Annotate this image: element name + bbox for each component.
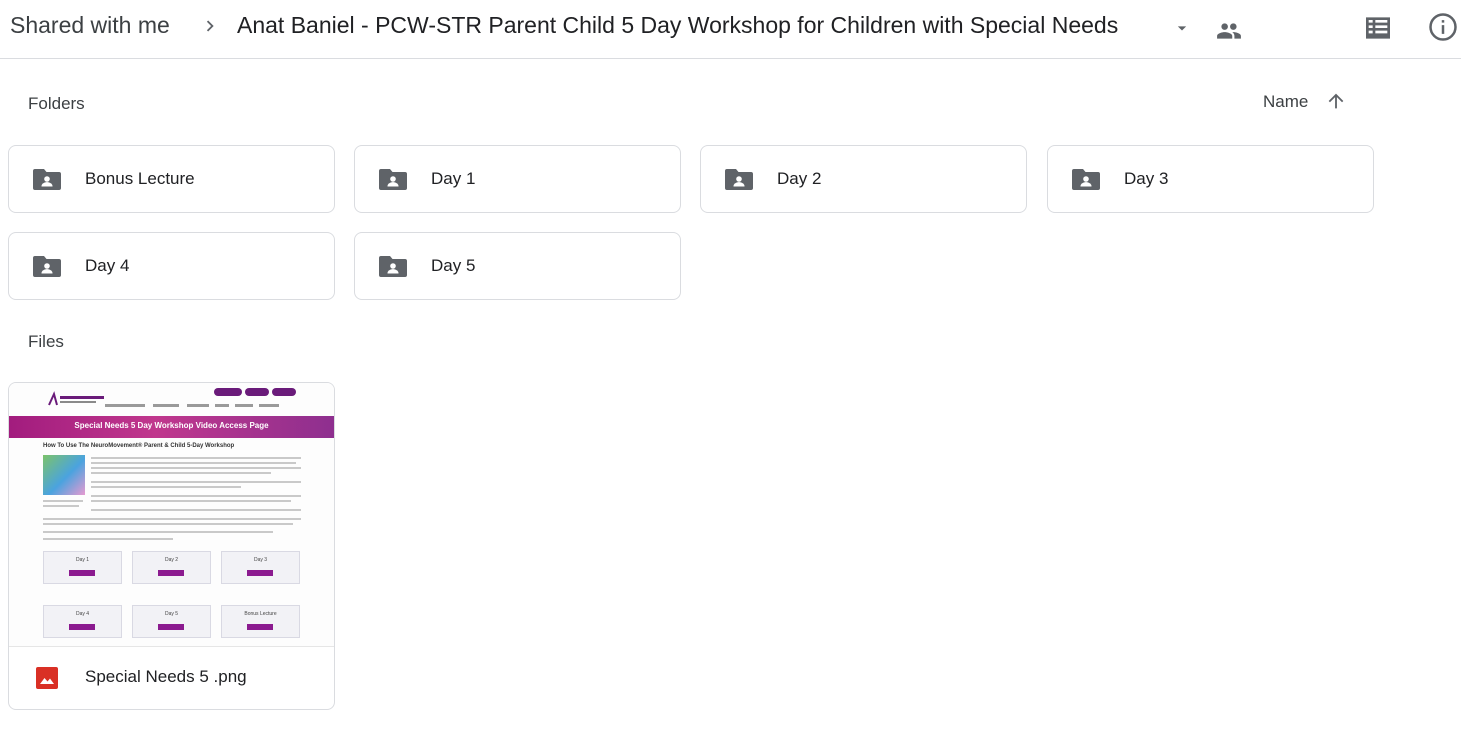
folder-item[interactable]: Day 1 [354, 145, 681, 213]
chevron-right-icon [206, 20, 214, 32]
folder-item[interactable]: Bonus Lecture [8, 145, 335, 213]
thumb-day-label: Day 5 [164, 611, 179, 617]
folder-name: Day 5 [431, 256, 476, 275]
thumb-day-label: Day 1 [75, 557, 90, 563]
thumb-text-line [43, 505, 79, 507]
shared-folder-icon [1072, 169, 1100, 190]
thumb-pill [214, 388, 242, 396]
thumb-nav [215, 404, 229, 407]
thumb-pill [245, 388, 269, 396]
thumb-text-line [91, 495, 301, 497]
folder-name: Day 4 [85, 256, 130, 275]
folder-item[interactable]: Day 3 [1047, 145, 1374, 213]
thumb-day-box [132, 551, 211, 584]
thumb-day-button [69, 624, 95, 630]
thumb-photo [43, 455, 85, 495]
arrow-up-icon[interactable] [1325, 90, 1347, 112]
thumb-text-line [91, 509, 301, 511]
folder-item[interactable]: Day 5 [354, 232, 681, 300]
thumb-text-line [43, 538, 173, 540]
breadcrumb: Shared with me Anat Baniel - PCW-STR Par… [0, 0, 1461, 59]
folder-name: Day 2 [777, 169, 822, 188]
thumb-day-button [247, 624, 273, 630]
breadcrumb-shared-with-me[interactable]: Shared with me [10, 12, 170, 39]
shared-folder-icon [725, 169, 753, 190]
thumb-text-line [91, 472, 271, 474]
file-name: Special Needs 5 .png [85, 667, 247, 686]
thumb-text-line [91, 500, 291, 502]
thumb-day-button [158, 570, 184, 576]
folder-name: Day 1 [431, 169, 476, 188]
thumb-day-button [158, 624, 184, 630]
thumb-text-line [43, 500, 83, 502]
thumb-banner-text: Special Needs 5 Day Workshop Video Acces… [74, 421, 269, 430]
thumb-text-line [43, 518, 301, 520]
thumb-text-line [91, 481, 301, 483]
thumb-day-label: Day 2 [164, 557, 179, 563]
shared-folder-icon [33, 256, 61, 277]
folder-item[interactable]: Day 4 [8, 232, 335, 300]
files-section-label: Files [28, 332, 64, 351]
file-item[interactable]: Special Needs 5 Day Workshop Video Acces… [8, 382, 335, 710]
thumb-text-line [43, 523, 293, 525]
shared-folder-icon [379, 169, 407, 190]
thumb-nav [187, 404, 209, 407]
thumb-pill [272, 388, 296, 396]
thumb-day-box [221, 551, 300, 584]
thumb-text-line [91, 486, 241, 488]
thumb-text-line [91, 467, 301, 469]
folder-item[interactable]: Day 2 [700, 145, 1027, 213]
sort-by-name-button[interactable]: Name [1263, 92, 1308, 112]
thumb-day-button [69, 570, 95, 576]
thumb-day-label: Day 4 [75, 611, 90, 617]
folder-name: Bonus Lecture [85, 169, 195, 188]
caret-down-icon[interactable] [1172, 18, 1192, 38]
thumb-day-box [132, 605, 211, 638]
thumb-day-box [221, 605, 300, 638]
shared-folder-icon [379, 256, 407, 277]
file-thumbnail: Special Needs 5 Day Workshop Video Acces… [9, 383, 334, 647]
breadcrumb-current-folder[interactable]: Anat Baniel - PCW-STR Parent Child 5 Day… [237, 12, 1118, 39]
thumb-text-line [91, 462, 296, 464]
image-file-icon [36, 667, 58, 689]
thumb-text-line [43, 531, 273, 533]
thumb-nav [105, 404, 145, 407]
thumb-day-button [247, 570, 273, 576]
thumb-nav [259, 404, 279, 407]
thumb-day-label: Bonus Lecture [244, 611, 277, 617]
thumb-day-box [43, 551, 122, 584]
logo-icon [48, 391, 104, 406]
shared-people-icon [1217, 23, 1241, 39]
drive-page: Shared with me Anat Baniel - PCW-STR Par… [0, 0, 1461, 731]
shared-folder-icon [33, 169, 61, 190]
list-view-icon[interactable] [1362, 12, 1394, 44]
thumb-heading: How To Use The NeuroMovement® Parent & C… [43, 443, 235, 449]
thumb-day-box [43, 605, 122, 638]
folders-section-label: Folders [28, 94, 85, 113]
thumb-text-line [91, 457, 301, 459]
info-icon[interactable] [1428, 12, 1458, 42]
folder-name: Day 3 [1124, 169, 1169, 188]
thumb-nav [153, 404, 179, 407]
thumb-nav [235, 404, 253, 407]
thumb-day-label: Day 3 [253, 557, 268, 563]
